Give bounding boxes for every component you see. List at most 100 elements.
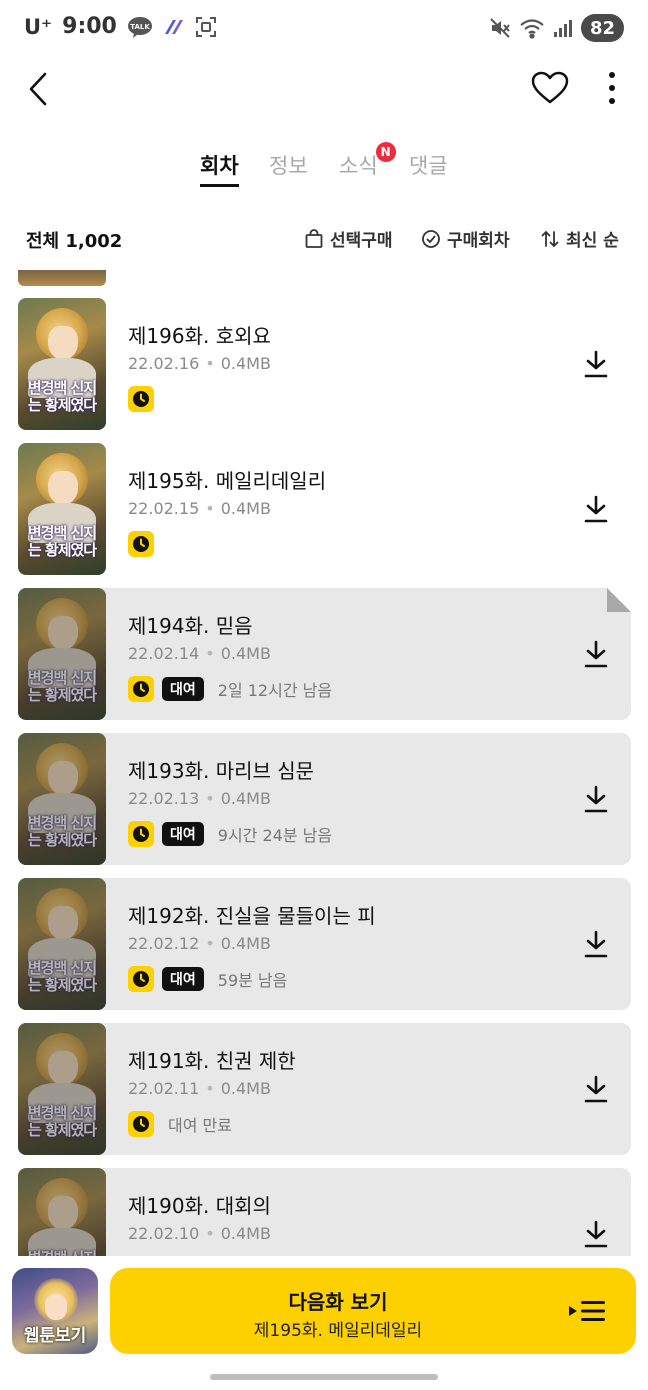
episode-row[interactable]: 변경백 신지는 황제였다 제193화. 마리브 심문 22.02.13 • 0.4MB 대… <box>18 733 631 865</box>
episode-size: 0.4MB <box>220 1224 271 1243</box>
like-button[interactable] <box>528 68 572 108</box>
download-button[interactable] <box>580 1073 612 1105</box>
episode-row[interactable]: 변경백 신지는 황제였다 제192화. 진실을 물들이는 피 22.02.12 • 0.… <box>18 878 631 1010</box>
wait-free-icon <box>128 821 154 847</box>
header <box>0 58 648 122</box>
episode-date: 22.02.14 <box>128 644 200 663</box>
new-badge: N <box>375 142 396 162</box>
chevron-left-icon <box>29 72 47 106</box>
download-button[interactable] <box>580 493 612 525</box>
back-button[interactable] <box>18 66 58 112</box>
tab-episodes[interactable]: 회차 <box>200 150 239 190</box>
episode-row[interactable]: 변경백 신지는 황제였다 제190화. 대회의 22.02.10•0.4MB <box>18 1168 631 1256</box>
download-icon <box>584 640 608 668</box>
tab-comments[interactable]: 댓글 <box>409 150 448 190</box>
episode-date: 22.02.13 <box>128 789 200 808</box>
bottom-bar: 웹툰보기 다음화 보기 제195화. 메일리데일리 <box>0 1256 648 1366</box>
episode-size: 0.4MB <box>220 1079 271 1098</box>
next-episode-button[interactable]: 다음화 보기 제195화. 메일리데일리 <box>110 1268 636 1354</box>
episode-title: 제196화. 호외요 <box>128 324 271 348</box>
more-button[interactable] <box>596 68 628 108</box>
more-vertical-icon <box>609 72 615 104</box>
wait-free-icon <box>128 531 154 557</box>
episode-badges <box>128 531 154 557</box>
rent-badge: 대여 <box>162 967 204 991</box>
episode-size: 0.4MB <box>220 644 271 663</box>
episode-meta: 22.02.12 • 0.4MB <box>128 934 271 953</box>
episode-date: 22.02.12 <box>128 934 200 953</box>
tab-bar: 회차 정보 소식 N 댓글 <box>0 140 648 190</box>
select-buy-button[interactable]: 선택구매 <box>304 226 393 251</box>
download-button[interactable] <box>580 1218 612 1250</box>
episode-row[interactable]: 변경백 신지는 황제였다 제194화. 믿음 22.02.14 • 0.4MB 대여 2일 … <box>18 588 631 720</box>
episode-row[interactable]: 변경백 신지는 황제였다 제196화. 호외요 22.02.16 • 0.4MB <box>18 298 631 430</box>
sort-button[interactable]: 최신 순 <box>540 226 619 251</box>
download-button[interactable] <box>580 928 612 960</box>
purchased-episodes-button[interactable]: 구매회차 <box>421 226 510 251</box>
episode-size: 0.4MB <box>220 934 271 953</box>
thumbnail-title-art: 변경백 신지는 황제였다 <box>27 379 97 414</box>
episode-date: 22.02.10 <box>128 1224 200 1243</box>
episode-badges: 대여 59분 남음 <box>128 966 287 992</box>
rent-badge: 대여 <box>162 822 204 846</box>
episode-title: 제193화. 마리브 심문 <box>128 759 315 783</box>
episode-meta: 22.02.16 • 0.4MB <box>128 354 271 373</box>
episode-badges <box>128 386 154 412</box>
download-button[interactable] <box>580 348 612 380</box>
webtoon-view-button[interactable]: 웹툰보기 <box>12 1268 98 1354</box>
rent-status: 대여 만료 <box>168 1116 232 1135</box>
episode-thumbnail: 변경백 신지는 황제였다 <box>18 298 106 430</box>
download-icon <box>584 930 608 958</box>
rent-status: 9시간 24분 남음 <box>217 826 333 845</box>
screenshot-icon <box>195 16 217 38</box>
wait-free-icon <box>128 386 154 412</box>
download-icon <box>584 1220 608 1248</box>
episode-row[interactable]: 변경백 신지는 황제였다 제191화. 친권 제한 22.02.11 • 0.4MB 대여… <box>18 1023 631 1155</box>
episode-badges: 대여 만료 <box>128 1111 232 1137</box>
download-icon <box>584 785 608 813</box>
webtoon-view-label: 웹툰보기 <box>23 1326 87 1346</box>
next-episode-title: 다음화 보기 <box>288 1290 388 1314</box>
episode-title: 제195화. 메일리데일리 <box>128 469 327 493</box>
episode-title: 제191화. 친권 제한 <box>128 1049 296 1073</box>
last-read-corner-icon <box>607 588 631 612</box>
tab-news[interactable]: 소식 N <box>339 142 396 190</box>
episode-size: 0.4MB <box>220 789 271 808</box>
episode-row[interactable]: 변경백 신지는 황제였다 제195화. 메일리데일리 22.02.15 • 0.4MB <box>18 443 631 575</box>
app-icon <box>163 18 185 36</box>
episode-thumbnail: 변경백 신지는 황제였다 <box>18 1023 106 1155</box>
download-icon <box>584 1075 608 1103</box>
svg-text:TALK: TALK <box>130 23 150 31</box>
signal-icon <box>553 18 573 38</box>
sort-icon <box>541 230 559 247</box>
episode-total: 전체 1,002 <box>26 231 123 252</box>
wait-free-icon <box>128 1111 154 1137</box>
episode-date: 22.02.15 <box>128 499 200 518</box>
episode-size: 0.4MB <box>220 499 271 518</box>
episode-title: 제190화. 대회의 <box>128 1194 271 1218</box>
tab-info[interactable]: 정보 <box>269 150 308 190</box>
check-circle-icon <box>422 229 440 248</box>
wait-free-icon <box>128 966 154 992</box>
download-button[interactable] <box>580 783 612 815</box>
clock: 9:00 <box>62 14 117 39</box>
heart-outline-icon <box>531 71 569 104</box>
episode-badges: 대여 9시간 24분 남음 <box>128 821 332 847</box>
episode-badges: 대여 2일 12시간 남음 <box>128 676 332 702</box>
wifi-icon <box>519 17 545 39</box>
download-icon <box>584 495 608 523</box>
next-episode-subtitle: 제195화. 메일리데일리 <box>253 1321 423 1341</box>
download-button[interactable] <box>580 638 612 670</box>
carrier-label: U⁺ <box>24 14 53 39</box>
episode-thumbnail <box>18 270 106 286</box>
episode-title: 제194화. 믿음 <box>128 614 253 638</box>
episode-meta: 22.02.11 • 0.4MB <box>128 1079 271 1098</box>
home-indicator[interactable] <box>210 1374 438 1380</box>
episode-thumbnail: 변경백 신지는 황제였다 <box>18 443 106 575</box>
episode-size: 0.4MB <box>220 354 271 373</box>
shopping-bag-icon <box>305 228 323 248</box>
thumbnail-title-art: 변경백 신지는 황제였다 <box>27 524 97 559</box>
kakaotalk-icon: TALK <box>127 16 153 38</box>
episode-meta: 22.02.14 • 0.4MB <box>128 644 271 663</box>
episode-date: 22.02.11 <box>128 1079 200 1098</box>
